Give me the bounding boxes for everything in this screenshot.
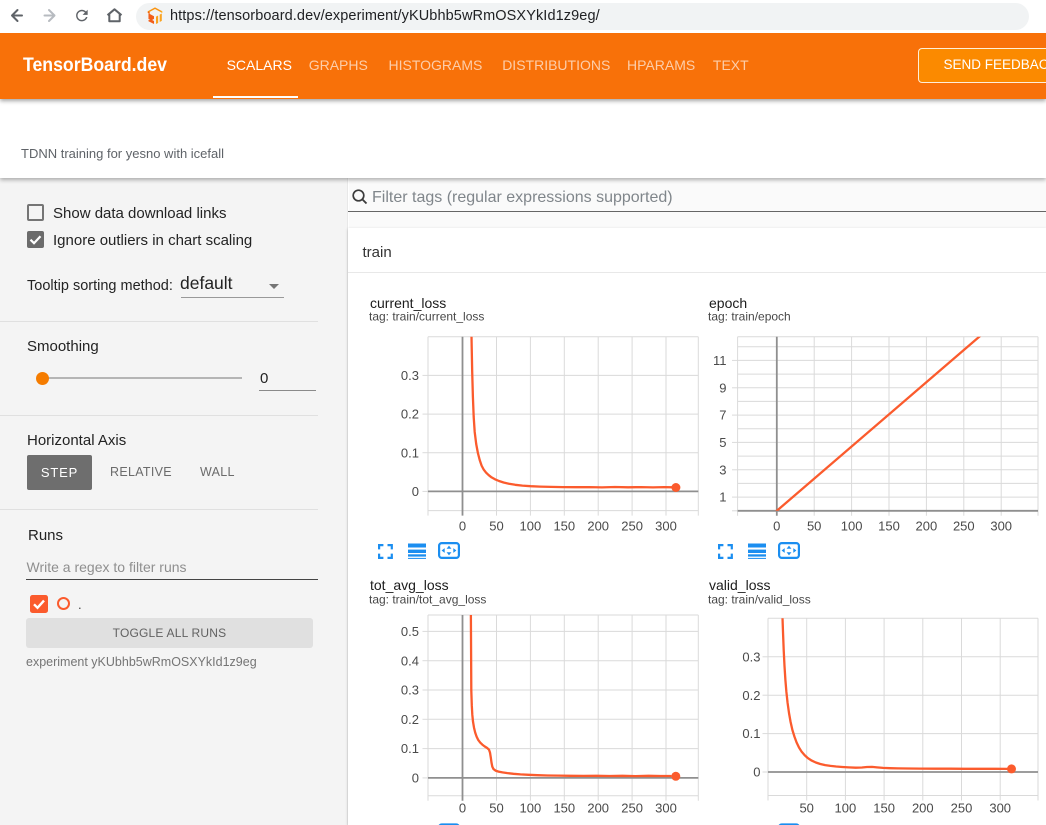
- svg-text:0: 0: [773, 518, 780, 533]
- svg-text:0.4: 0.4: [401, 653, 419, 668]
- svg-text:0: 0: [412, 771, 419, 786]
- svg-text:tot_avg_loss: tot_avg_loss: [370, 577, 449, 593]
- svg-text:250: 250: [953, 518, 975, 533]
- svg-text:300: 300: [989, 800, 1011, 815]
- svg-text:100: 100: [520, 518, 542, 533]
- svg-text:0.2: 0.2: [401, 407, 419, 422]
- svg-text:250: 250: [621, 518, 643, 533]
- svg-text:tag: train/epoch: tag: train/epoch: [708, 310, 791, 324]
- svg-text:0.2: 0.2: [742, 688, 760, 703]
- svg-text:250: 250: [621, 800, 643, 815]
- svg-text:50: 50: [489, 800, 503, 815]
- svg-text:tag: train/tot_avg_loss: tag: train/tot_avg_loss: [369, 593, 486, 607]
- svg-text:7: 7: [719, 408, 726, 423]
- svg-text:3: 3: [719, 462, 726, 477]
- svg-text:50: 50: [807, 518, 821, 533]
- svg-text:200: 200: [587, 518, 609, 533]
- svg-text:100: 100: [841, 518, 863, 533]
- svg-text:0.1: 0.1: [401, 445, 419, 460]
- svg-text:0: 0: [412, 484, 419, 499]
- svg-text:0.2: 0.2: [401, 712, 419, 727]
- svg-text:50: 50: [489, 518, 503, 533]
- svg-text:tag: train/current_loss: tag: train/current_loss: [369, 310, 484, 324]
- svg-text:100: 100: [835, 800, 857, 815]
- svg-text:200: 200: [587, 800, 609, 815]
- svg-text:0: 0: [753, 765, 760, 780]
- svg-text:0.3: 0.3: [401, 683, 419, 698]
- svg-text:300: 300: [655, 800, 677, 815]
- svg-text:50: 50: [799, 800, 813, 815]
- svg-text:tag: train/valid_loss: tag: train/valid_loss: [708, 593, 811, 607]
- svg-text:valid_loss: valid_loss: [709, 577, 770, 593]
- svg-text:1: 1: [719, 490, 726, 505]
- svg-text:11: 11: [713, 353, 727, 368]
- svg-text:0.5: 0.5: [401, 624, 419, 639]
- svg-text:5: 5: [719, 435, 726, 450]
- svg-text:0.1: 0.1: [401, 741, 419, 756]
- svg-text:150: 150: [553, 800, 575, 815]
- svg-text:200: 200: [916, 518, 938, 533]
- svg-text:0: 0: [459, 518, 466, 533]
- svg-text:100: 100: [520, 800, 542, 815]
- svg-text:9: 9: [719, 380, 726, 395]
- svg-text:300: 300: [655, 518, 677, 533]
- svg-text:150: 150: [873, 800, 895, 815]
- svg-text:0.3: 0.3: [401, 368, 419, 383]
- svg-text:0.3: 0.3: [742, 649, 760, 664]
- svg-text:300: 300: [990, 518, 1012, 533]
- svg-text:0.1: 0.1: [742, 726, 760, 741]
- svg-text:150: 150: [878, 518, 900, 533]
- svg-text:250: 250: [951, 800, 973, 815]
- svg-text:200: 200: [912, 800, 934, 815]
- svg-text:0: 0: [459, 800, 466, 815]
- svg-text:150: 150: [553, 518, 575, 533]
